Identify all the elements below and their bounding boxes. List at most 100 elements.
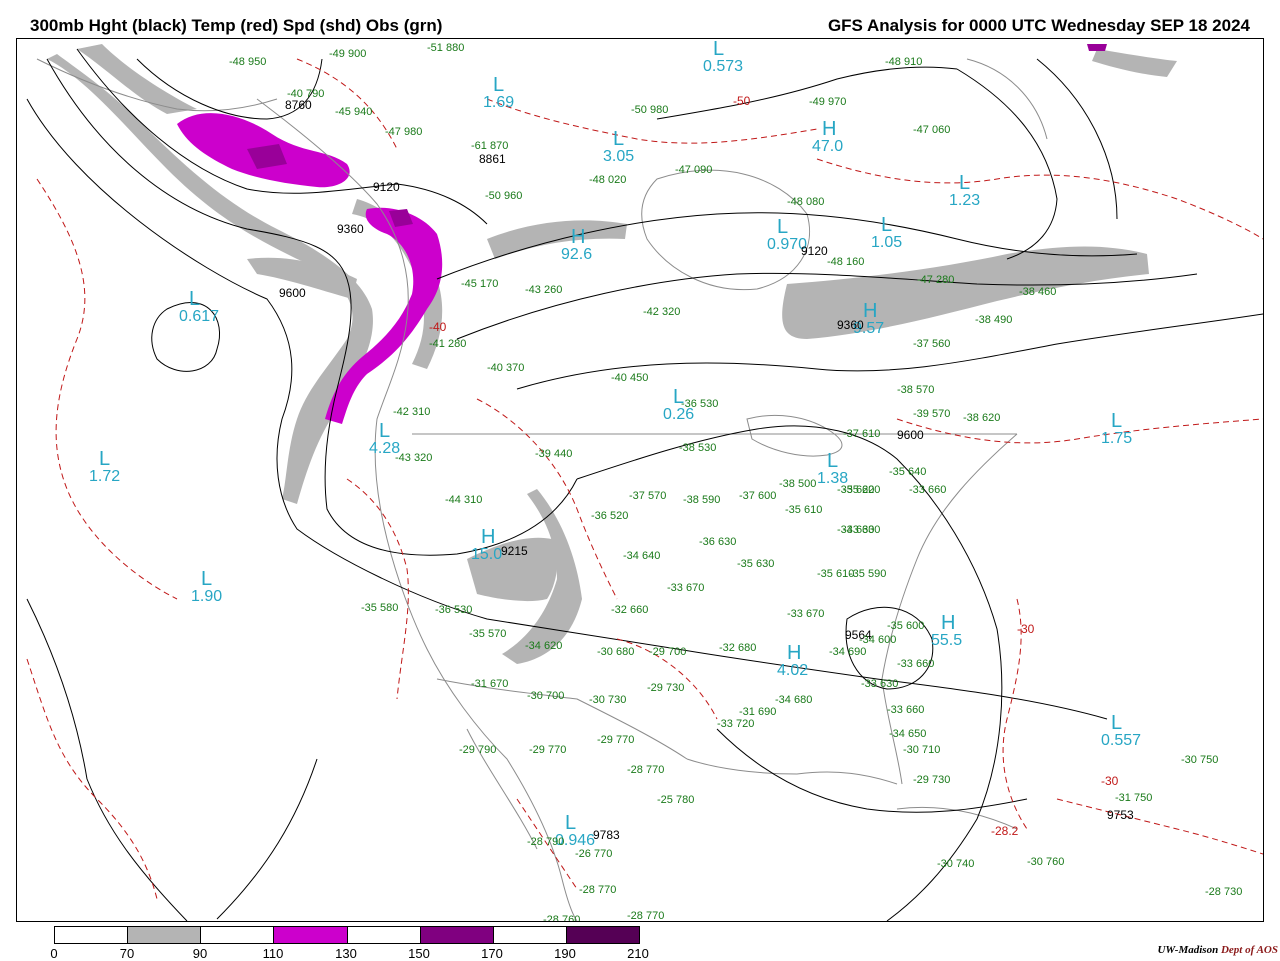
observation-temperature: -45 [461, 278, 477, 290]
observation-height: 530 [694, 442, 717, 454]
station-observation: -42 320 [643, 307, 680, 318]
observation-height: 570 [644, 490, 667, 502]
observation-temperature: -35 [887, 620, 903, 632]
observation-height: 630 [876, 678, 899, 690]
observation-temperature: -29 [597, 734, 613, 746]
observation-height: 650 [904, 728, 927, 740]
hgt-arctic-top [656, 66, 958, 120]
station-observation: -28 760 [543, 915, 580, 922]
observation-height: 870 [486, 140, 509, 152]
observation-temperature: -28 [527, 836, 543, 848]
pressure-system-value: 3.05 [603, 148, 635, 165]
jet-west-coast-gray-2 [77, 44, 197, 114]
observation-temperature: -35 [889, 466, 905, 478]
station-observation: -37 610 [843, 429, 880, 440]
station-observation: -33 630 [861, 679, 898, 690]
tmp-west-2 [26, 658, 158, 900]
observation-height: 500 [794, 478, 817, 490]
greenland-west [966, 58, 1048, 140]
observation-height: 060 [928, 124, 951, 136]
pressure-system-low-marker: L [201, 568, 213, 590]
observation-height: 910 [900, 56, 923, 68]
pressure-system-low-marker: L [613, 128, 625, 150]
observation-height: 950 [244, 56, 267, 68]
station-observation: -34 680 [775, 695, 812, 706]
station-observation: -34 600 [859, 635, 896, 646]
observation-height: 580 [376, 602, 399, 614]
observation-height: 660 [912, 658, 935, 670]
observation-height: 760 [558, 914, 581, 922]
pressure-system-value: 1.90 [191, 588, 223, 605]
observation-temperature: -33 [909, 484, 925, 496]
pressure-system-low-marker: L [189, 288, 201, 310]
observation-height: 680 [612, 646, 635, 658]
observation-temperature: -34 [859, 634, 875, 646]
legend-swatch [493, 927, 567, 943]
height-contour-label: 8760 [285, 98, 312, 112]
gulf-coast [686, 758, 898, 785]
pressure-system-high-marker: H [941, 612, 956, 634]
pressure-system-value: 1.75 [1101, 430, 1133, 447]
station-observation: -40 370 [487, 363, 524, 374]
station-observation: -45 170 [461, 279, 498, 290]
map-panel: L 1.69 L 0.573 L 0.617 L 1.72 L 1.90 H 47.0 L 1.23 L 1.… [16, 38, 1264, 922]
observation-temperature: -36 [699, 536, 715, 548]
station-observation: -43 260 [525, 285, 562, 296]
observation-height: 020 [604, 174, 627, 186]
station-observation: -32 680 [719, 643, 756, 654]
observation-height: 710 [918, 744, 941, 756]
observation-temperature: -28 [627, 764, 643, 776]
station-observation: -30 680 [597, 647, 634, 658]
observation-temperature: -42 [393, 406, 409, 418]
observation-height: 770 [590, 848, 613, 860]
observation-temperature: -51 [427, 42, 443, 54]
observation-height: 970 [824, 96, 847, 108]
legend-swatch [128, 927, 202, 943]
observation-height: 750 [1196, 754, 1219, 766]
observation-temperature: -37 [913, 338, 929, 350]
height-contours [26, 48, 1263, 921]
pressure-system-high-marker: H [571, 226, 586, 248]
legend-tick-label: 110 [262, 946, 284, 961]
observation-temperature: -29 [459, 744, 475, 756]
height-contour-label: 9600 [897, 428, 924, 442]
observation-temperature: -38 [897, 384, 913, 396]
pressure-system-low-marker: L [777, 216, 789, 238]
observation-height: 320 [410, 452, 433, 464]
station-observation: -38 530 [679, 443, 716, 454]
pressure-system-value: 1.05 [871, 234, 903, 251]
pressure-system-value: 1.23 [949, 192, 981, 209]
legend-swatch [566, 927, 639, 943]
observation-temperature: -28 [627, 910, 643, 922]
station-observation: -38 490 [975, 315, 1012, 326]
observation-temperature: -49 [329, 48, 345, 60]
observation-temperature: -34 [775, 694, 791, 706]
observation-temperature: -28 [579, 884, 595, 896]
station-observation: -61 870 [471, 141, 508, 152]
legend-swatch [347, 927, 421, 943]
pressure-system-value: 0.557 [1101, 732, 1142, 749]
tmp-caribbean [1056, 798, 1263, 855]
observation-temperature: -38 [963, 412, 979, 424]
pressure-system-value: 0.617 [179, 308, 220, 325]
observation-height: 980 [400, 126, 423, 138]
observation-height: 320 [658, 306, 681, 318]
tmp-west-1 [36, 178, 178, 600]
legend-swatch [55, 927, 129, 943]
station-observation: -40 450 [611, 373, 648, 384]
station-observation: -33 660 [887, 705, 924, 716]
temperature-contour-label: -50 [733, 94, 751, 108]
map-canvas [26, 44, 1263, 921]
observation-temperature: -35 [737, 558, 753, 570]
station-observation: -47 980 [385, 127, 422, 138]
observation-temperature: -35 [469, 628, 485, 640]
station-observation: -37 570 [629, 491, 666, 502]
observation-height: 660 [924, 484, 947, 496]
station-observation: -51 880 [427, 43, 464, 54]
station-observation: -34 650 [889, 729, 926, 740]
observation-temperature: -35 [361, 602, 377, 614]
station-observation: -45 940 [335, 107, 372, 118]
pressure-system-low-marker: L [713, 38, 725, 60]
station-observation: -38 500 [779, 479, 816, 490]
observation-temperature: -32 [719, 642, 735, 654]
